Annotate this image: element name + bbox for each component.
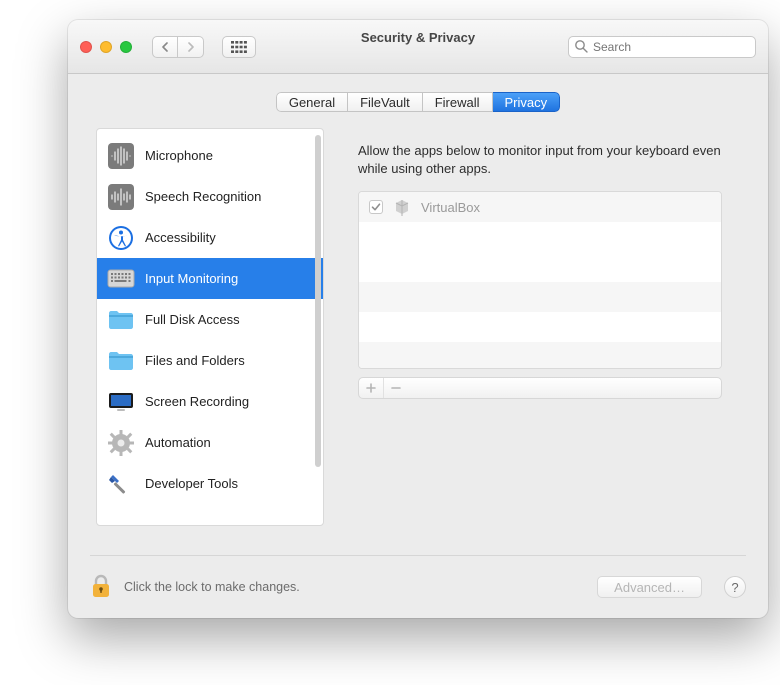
checkmark-icon — [371, 202, 381, 212]
scrollbar[interactable] — [315, 135, 321, 467]
category-panel: Microphone Speech Recognition — [96, 128, 324, 526]
tabbar: General FileVault Firewall Privacy — [68, 74, 768, 120]
folder-icon — [107, 347, 135, 375]
sidebar-item-label: Screen Recording — [145, 394, 249, 409]
display-icon — [107, 388, 135, 416]
content-body: Microphone Speech Recognition — [68, 120, 768, 526]
add-remove-control — [358, 377, 722, 399]
sidebar-item-accessibility[interactable]: Accessibility — [97, 217, 323, 258]
nav-group — [152, 36, 204, 58]
microphone-icon — [107, 142, 135, 170]
sidebar-item-label: Accessibility — [145, 230, 216, 245]
lock-icon[interactable] — [90, 574, 112, 600]
list-row-empty — [359, 282, 721, 312]
sidebar-item-label: Files and Folders — [145, 353, 245, 368]
accessibility-icon — [107, 224, 135, 252]
sidebar-item-full-disk-access[interactable]: Full Disk Access — [97, 299, 323, 340]
detail-panel: Allow the apps below to monitor input fr… — [340, 128, 740, 526]
tab-filevault[interactable]: FileVault — [348, 92, 423, 112]
sidebar-item-screen-recording[interactable]: Screen Recording — [97, 381, 323, 422]
titlebar: Security & Privacy — [68, 20, 768, 74]
sidebar-item-label: Microphone — [145, 148, 213, 163]
app-name: VirtualBox — [421, 200, 480, 215]
cube-icon — [393, 198, 411, 216]
remove-button[interactable] — [383, 378, 407, 398]
app-checkbox[interactable] — [369, 200, 383, 214]
app-list: VirtualBox — [358, 191, 722, 369]
sidebar-item-input-monitoring[interactable]: Input Monitoring — [97, 258, 323, 299]
panel-description: Allow the apps below to monitor input fr… — [358, 142, 722, 177]
chevron-right-icon — [187, 42, 195, 52]
search-icon — [574, 39, 588, 53]
help-button[interactable]: ? — [724, 576, 746, 598]
sidebar-item-label: Input Monitoring — [145, 271, 238, 286]
sidebar-item-microphone[interactable]: Microphone — [97, 135, 323, 176]
category-list: Microphone Speech Recognition — [97, 135, 323, 504]
tab-privacy[interactable]: Privacy — [493, 92, 561, 112]
chevron-left-icon — [161, 42, 169, 52]
sidebar-item-developer-tools[interactable]: Developer Tools — [97, 463, 323, 504]
back-button[interactable] — [152, 36, 178, 58]
grid-icon — [231, 41, 247, 53]
list-row-empty — [359, 312, 721, 342]
preferences-window: Security & Privacy General FileVault Fir… — [68, 20, 768, 618]
advanced-button[interactable]: Advanced… — [597, 576, 702, 598]
close-button[interactable] — [80, 41, 92, 53]
zoom-button[interactable] — [120, 41, 132, 53]
sidebar-item-label: Full Disk Access — [145, 312, 240, 327]
list-row-empty — [359, 342, 721, 369]
tabs: General FileVault Firewall Privacy — [276, 92, 560, 112]
waveform-icon — [107, 183, 135, 211]
show-all-button[interactable] — [222, 36, 256, 58]
sidebar-item-automation[interactable]: Automation — [97, 422, 323, 463]
tab-general[interactable]: General — [276, 92, 348, 112]
tab-firewall[interactable]: Firewall — [423, 92, 493, 112]
gear-icon — [107, 429, 135, 457]
minus-icon — [391, 383, 401, 393]
footer: Click the lock to make changes. Advanced… — [68, 556, 768, 618]
keyboard-icon — [107, 265, 135, 293]
sidebar-item-label: Developer Tools — [145, 476, 238, 491]
hammer-icon — [107, 470, 135, 498]
search-wrap — [568, 36, 756, 58]
search-input[interactable] — [568, 36, 756, 58]
list-row-empty — [359, 252, 721, 282]
forward-button[interactable] — [178, 36, 204, 58]
sidebar-item-speech-recognition[interactable]: Speech Recognition — [97, 176, 323, 217]
add-button[interactable] — [359, 378, 383, 398]
sidebar-item-label: Speech Recognition — [145, 189, 261, 204]
lock-text: Click the lock to make changes. — [124, 580, 300, 594]
folder-fill-icon — [107, 306, 135, 334]
sidebar-item-label: Automation — [145, 435, 211, 450]
sidebar-item-files-and-folders[interactable]: Files and Folders — [97, 340, 323, 381]
app-row[interactable]: VirtualBox — [359, 192, 721, 222]
minimize-button[interactable] — [100, 41, 112, 53]
list-row-empty — [359, 222, 721, 252]
plus-icon — [366, 383, 376, 393]
window-controls — [80, 41, 132, 53]
